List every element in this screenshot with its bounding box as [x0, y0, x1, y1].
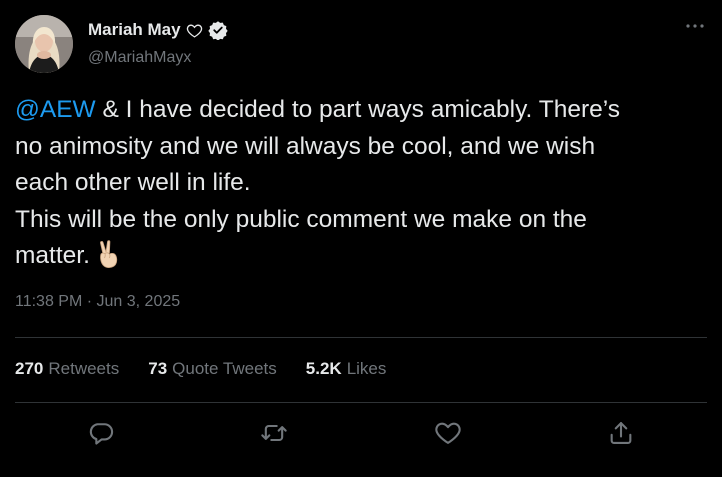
likes-label: Likes [346, 359, 387, 378]
author-name-row: Mariah May [88, 19, 228, 41]
divider-top [15, 337, 707, 338]
retweets-label: Retweets [48, 359, 120, 378]
reply-icon[interactable] [87, 419, 115, 447]
author-display-name[interactable]: Mariah May [88, 20, 181, 40]
tweet-line-1-text: & I have decided to part ways amicably. … [95, 96, 620, 123]
retweets-stat[interactable]: 270 Retweets [15, 359, 119, 381]
heart-outline-icon [186, 22, 203, 39]
divider-bottom [15, 402, 707, 403]
quote-tweets-label: Quote Tweets [172, 359, 277, 378]
more-dots-icon[interactable] [683, 16, 707, 36]
avatar[interactable] [15, 15, 73, 73]
avatar-photo-icon [15, 15, 73, 73]
quote-tweets-stat[interactable]: 73 Quote Tweets [148, 359, 277, 381]
like-icon[interactable] [434, 419, 462, 447]
mention-link[interactable]: @AEW [15, 96, 96, 123]
tweet-timestamp[interactable]: 11:38 PM · Jun 3, 2025 [15, 293, 180, 311]
engagement-stats: 270 Retweets 73 Quote Tweets 5.2K Likes [15, 359, 386, 381]
tweet-line-5-text: matter. [15, 242, 90, 269]
retweet-icon[interactable] [260, 419, 288, 447]
tweet-line-2: no animosity and we will always be cool,… [15, 132, 596, 160]
author-handle[interactable]: @MariahMayx [88, 49, 191, 67]
retweets-count: 270 [15, 359, 44, 378]
likes-count: 5.2K [305, 359, 342, 378]
quote-tweets-count: 73 [148, 359, 168, 378]
tweet-text: @AEW & I have decided to part ways amica… [15, 92, 705, 275]
verified-badge-icon[interactable] [207, 20, 228, 41]
share-icon[interactable] [607, 419, 635, 447]
tweet-line-5: matter. [15, 238, 705, 275]
victory-hand-emoji-icon [94, 239, 122, 269]
likes-stat[interactable]: 5.2K Likes [306, 359, 387, 381]
tweet-line-4: This will be the only public comment we … [15, 205, 587, 233]
tweet-line-3: each other well in life. [15, 169, 251, 196]
tweet-line-1: @AEW & I have decided to part ways amica… [15, 92, 705, 129]
